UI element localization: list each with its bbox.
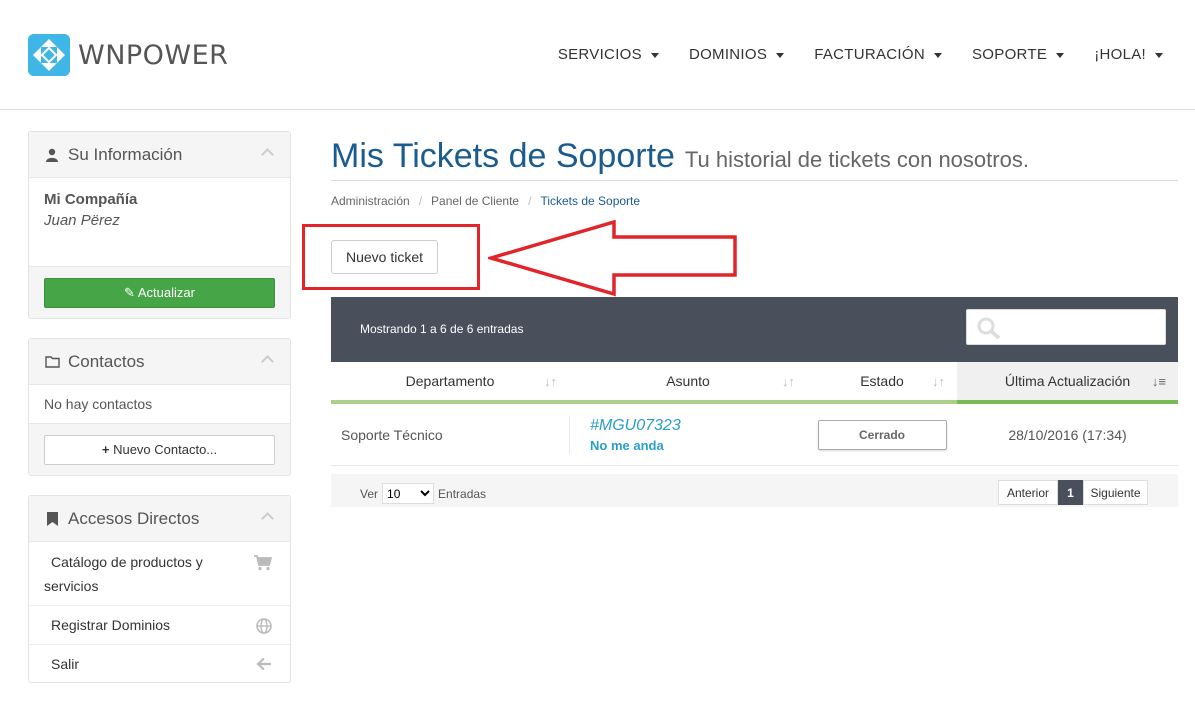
cart-icon xyxy=(254,554,273,578)
table-row[interactable]: Soporte Técnico #MGU07323 No me anda Cer… xyxy=(331,404,1178,466)
cell-subject: #MGU07323 No me anda xyxy=(569,415,807,454)
nav-label: SERVICIOS xyxy=(557,45,642,63)
new-contact-button[interactable]: + Nuevo Contacto... xyxy=(44,435,275,465)
table-info: Mostrando 1 a 6 de 6 entradas xyxy=(360,322,524,336)
info-panel-title: Su Información xyxy=(68,144,183,164)
search-input[interactable] xyxy=(966,309,1166,345)
page-subtitle: Tu historial de tickets con nosotros. xyxy=(684,147,1029,172)
column-label: Estado xyxy=(860,373,904,389)
folder-icon xyxy=(44,354,60,370)
table-toolbar: Mostrando 1 a 6 de 6 entradas xyxy=(331,297,1178,362)
info-panel-header[interactable]: Su Información xyxy=(29,132,290,178)
caret-down-icon xyxy=(776,52,785,58)
contacts-panel-header[interactable]: Contactos xyxy=(29,339,290,385)
ticket-subject-link[interactable]: No me anda xyxy=(590,438,807,453)
column-header-department[interactable]: Departamento ↓↑ xyxy=(331,362,569,404)
column-header-subject[interactable]: Asunto ↓↑ xyxy=(569,362,807,404)
ticket-id-link[interactable]: #MGU07323 xyxy=(590,417,807,435)
caret-down-icon xyxy=(934,52,942,58)
breadcrumb-admin[interactable]: Administración xyxy=(331,194,410,208)
nav-label: SOPORTE xyxy=(972,45,1048,63)
breadcrumb-client-panel[interactable]: Panel de Cliente xyxy=(431,194,519,208)
info-panel: Su Información Mi Compañía Juan Përez ✎ … xyxy=(28,131,291,319)
arrow-left-icon xyxy=(256,657,272,674)
nav-label: ¡HOLA! xyxy=(1094,45,1146,63)
globe-icon xyxy=(256,618,272,637)
pagination: Anterior 1 Siguiente xyxy=(998,480,1148,505)
nav-hola[interactable]: ¡HOLA! xyxy=(1079,44,1178,64)
cell-updated: 28/10/2016 (17:34) xyxy=(1008,426,1127,443)
nav-servicios[interactable]: SERVICIOS xyxy=(543,44,674,64)
sort-icon: ↓↑ xyxy=(932,374,945,389)
shortcut-register-domains[interactable]: Registrar Dominios xyxy=(29,605,290,644)
no-contacts-text: No hay contactos xyxy=(44,396,153,412)
nav-label: FACTURACIÓN xyxy=(814,45,925,63)
new-ticket-button[interactable]: Nuevo ticket xyxy=(331,240,438,274)
sort-icon: ↓↑ xyxy=(544,374,557,389)
shortcut-logout-label: Salir xyxy=(51,656,80,672)
breadcrumb-current: Tickets de Soporte xyxy=(540,194,641,208)
table-footer: Ver 10 Entradas Anterior 1 Siguiente xyxy=(331,474,1178,507)
cell-status: Cerrado xyxy=(807,419,957,450)
user-icon xyxy=(44,147,60,163)
entries-label: Entradas xyxy=(438,486,487,501)
caret-down-icon xyxy=(1056,52,1065,58)
new-contact-label: Nuevo Contacto... xyxy=(113,442,218,457)
info-panel-footer: ✎ Actualizar xyxy=(29,266,290,318)
logo-icon xyxy=(28,34,70,76)
breadcrumb-separator: / xyxy=(418,194,423,208)
nav-label: DOMINIOS xyxy=(688,45,768,63)
breadcrumb: Administración / Panel de Cliente / Tick… xyxy=(331,194,640,208)
table-header: Departamento ↓↑ Asunto ↓↑ Estado ↓↑ Últi… xyxy=(331,362,1178,404)
shortcut-logout[interactable]: Salir xyxy=(29,644,290,683)
main-nav: SERVICIOS DOMINIOS FACTURACIÓN SOPORTE ¡… xyxy=(543,44,1178,64)
contacts-panel: Contactos No hay contactos + Nuevo Conta… xyxy=(28,338,291,476)
caret-down-icon xyxy=(1155,52,1163,58)
shortcuts-panel-title: Accesos Directos xyxy=(68,508,200,528)
page-title-block: Mis Tickets de Soporte Tu historial de t… xyxy=(331,137,1178,181)
column-header-status[interactable]: Estado ↓↑ xyxy=(807,362,957,404)
site-header: WNPOWER SERVICIOS DOMINIOS FACTURACIÓN S… xyxy=(0,0,1195,110)
page-size-control: Ver 10 Entradas xyxy=(360,483,486,504)
pencil-icon: ✎ xyxy=(124,285,135,300)
bookmark-icon xyxy=(44,511,60,527)
column-label: Asunto xyxy=(666,373,710,389)
logo[interactable]: WNPOWER xyxy=(28,34,228,76)
show-label: Ver xyxy=(360,486,379,501)
shortcuts-panel: Accesos Directos Catálogo de productos y… xyxy=(28,495,291,683)
column-label: Departamento xyxy=(405,373,495,389)
plus-icon: + xyxy=(101,442,110,457)
chevron-up-icon[interactable] xyxy=(261,355,274,368)
chevron-up-icon[interactable] xyxy=(261,148,274,161)
search-icon xyxy=(977,317,1001,344)
contacts-panel-title: Contactos xyxy=(68,351,145,371)
status-badge: Cerrado xyxy=(817,419,947,450)
column-header-updated[interactable]: Última Actualización ↓≡ xyxy=(957,362,1178,404)
contacts-panel-footer: + Nuevo Contacto... xyxy=(29,423,290,475)
shortcut-catalog[interactable]: Catálogo de productos y servicios xyxy=(29,542,290,605)
next-page-button[interactable]: Siguiente xyxy=(1083,480,1148,505)
cell-department: Soporte Técnico xyxy=(341,426,443,443)
sort-desc-icon: ↓≡ xyxy=(1151,374,1166,389)
current-page-button[interactable]: 1 xyxy=(1058,480,1083,505)
page-size-select[interactable]: 10 xyxy=(382,483,435,504)
logo-text: WNPOWER xyxy=(78,39,229,71)
caret-down-icon xyxy=(650,52,659,58)
company-name: Mi Compañía xyxy=(44,191,138,208)
chevron-up-icon[interactable] xyxy=(261,512,274,525)
shortcuts-panel-header[interactable]: Accesos Directos xyxy=(29,496,290,542)
nav-soporte[interactable]: SOPORTE xyxy=(957,44,1079,64)
shortcut-domains-label: Registrar Dominios xyxy=(51,617,171,633)
prev-page-button[interactable]: Anterior xyxy=(998,480,1058,505)
column-label: Última Actualización xyxy=(1004,373,1131,389)
sort-icon: ↓↑ xyxy=(782,374,795,389)
update-button[interactable]: ✎ Actualizar xyxy=(44,278,275,308)
breadcrumb-separator: / xyxy=(528,194,532,208)
page-title: Mis Tickets de Soporte xyxy=(331,137,675,175)
red-arrow-annotation xyxy=(488,220,737,297)
client-name: Juan Përez xyxy=(44,212,120,229)
nav-facturacion[interactable]: FACTURACIÓN xyxy=(799,44,957,64)
nav-dominios[interactable]: DOMINIOS xyxy=(674,44,799,64)
update-button-label: Actualizar xyxy=(137,285,195,300)
